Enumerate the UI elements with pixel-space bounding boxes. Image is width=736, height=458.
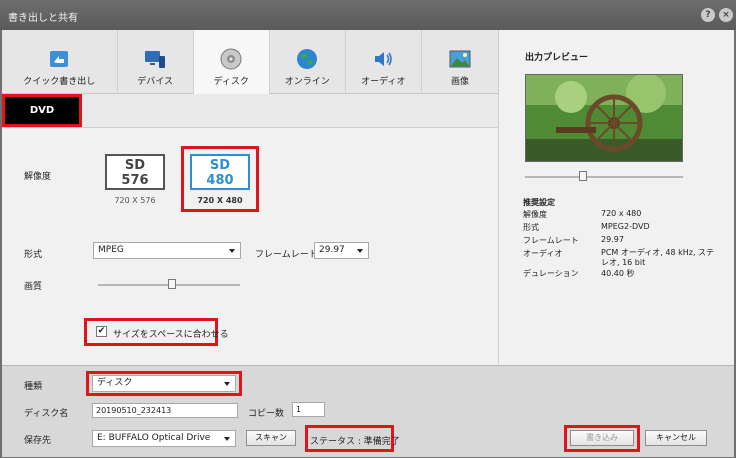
setting-key: オーディオ [523,249,563,258]
setting-value: MPEG2-DVD [601,222,650,231]
tab-label: オンライン [284,77,330,87]
type-label: 種類 [24,382,43,392]
window-title: 書き出しと共有 [8,13,78,24]
status-text: ステータス : 準備完了 [310,437,400,447]
chevron-down-icon [357,249,363,253]
tab-online[interactable]: オンライン [270,30,346,94]
res-line1: SD [209,158,231,173]
preview-image [525,74,683,162]
framerate-select[interactable]: 29.97 [314,242,369,259]
disc-subtabs: DVD [2,94,498,128]
res-line2: 576 [121,173,149,188]
copies-label: コピー数 [248,409,285,419]
format-select[interactable]: MPEG [93,242,241,259]
cancel-button[interactable]: キャンセル [645,430,707,446]
setting-value: 720 x 480 [601,209,642,218]
setting-key: 解像度 [523,210,547,219]
tab-image[interactable]: 画像 [422,30,498,94]
preview-slider-track[interactable] [525,176,683,178]
format-label: 形式 [24,250,43,260]
tab-label: ディスク [213,77,249,87]
setting-value: 29.97 [601,235,624,244]
tab-label: 画像 [450,77,469,87]
res-line1: SD [124,158,146,173]
resolution-label: 解像度 [24,172,52,182]
framerate-label: フレームレート [255,250,318,260]
quality-slider-thumb[interactable] [167,279,176,289]
save-to-select[interactable]: E: BUFFALO Optical Drive [92,430,236,447]
tab-label: オーディオ [361,77,406,87]
tab-disc[interactable]: ディスク [193,30,270,94]
chevron-down-icon [224,437,230,441]
write-button[interactable]: 書き込み [570,430,634,446]
export-settings-panel: クイック書き出し デバイス ディスク オンライン オーディオ 画像 DVD 解像… [2,30,498,365]
disc-icon [220,48,242,70]
water-wheel-image [526,75,682,161]
type-select[interactable]: ディスク [92,375,236,392]
preview-panel: 出力プレビュー 推奨設定 解像度 720 x 480 形式 MPEG2-DVD … [498,30,734,365]
output-panel: 種類 ディスク ディスク名 20190510_232413 コピー数 1 保存先… [2,365,734,457]
tab-label: クイック書き出し [23,77,96,87]
framerate-value: 29.97 [319,245,345,255]
chevron-down-icon [229,249,235,253]
resolution-480-option[interactable]: SD 480 [190,154,250,190]
save-to-label: 保存先 [24,436,52,446]
subtab-dvd[interactable]: DVD [2,94,82,127]
speaker-icon [375,52,393,66]
image-icon [449,50,471,68]
quality-label: 画質 [24,282,43,292]
format-value: MPEG [98,245,124,255]
resolution-480-caption: 720 X 480 [197,196,243,205]
tab-label: デバイス [137,77,173,87]
recommended-settings-title: 推奨設定 [523,198,555,207]
fit-to-space-label: サイズをスペースに合わせる [113,330,229,340]
disc-name-label: ディスク名 [24,409,69,419]
preview-slider-thumb[interactable] [579,171,588,181]
tab-device[interactable]: デバイス [118,30,194,94]
title-bar: 書き出しと共有 ? × [0,0,736,30]
help-icon[interactable]: ? [701,8,715,22]
setting-key: デュレーション [523,269,579,278]
setting-key: フレームレート [523,236,579,245]
resolution-576-option[interactable]: SD 576 [105,154,165,190]
setting-value: PCM オーディオ, 48 kHz, ステレオ, 16 bit [601,248,715,267]
device-icon [145,51,166,68]
quick-export-icon [50,51,69,67]
tab-audio[interactable]: オーディオ [346,30,422,94]
setting-key: 形式 [523,223,539,232]
fit-to-space-checkbox[interactable]: ✔ [96,326,107,337]
close-icon[interactable]: × [719,8,733,22]
setting-value: 40.40 秒 [601,269,635,278]
disc-name-input[interactable]: 20190510_232413 [92,403,238,418]
preview-title: 出力プレビュー [525,53,589,63]
export-tabs: クイック書き出し デバイス ディスク オンライン オーディオ 画像 [2,30,498,94]
scan-button[interactable]: スキャン [246,430,296,446]
resolution-576-caption: 720 X 576 [114,196,156,205]
tab-quick-export[interactable]: クイック書き出し [2,30,118,94]
res-line2: 480 [206,173,234,188]
globe-icon [297,49,318,69]
save-to-value: E: BUFFALO Optical Drive [97,433,211,443]
type-value: ディスク [97,378,133,388]
chevron-down-icon [224,382,230,386]
copies-input[interactable]: 1 [292,402,325,417]
